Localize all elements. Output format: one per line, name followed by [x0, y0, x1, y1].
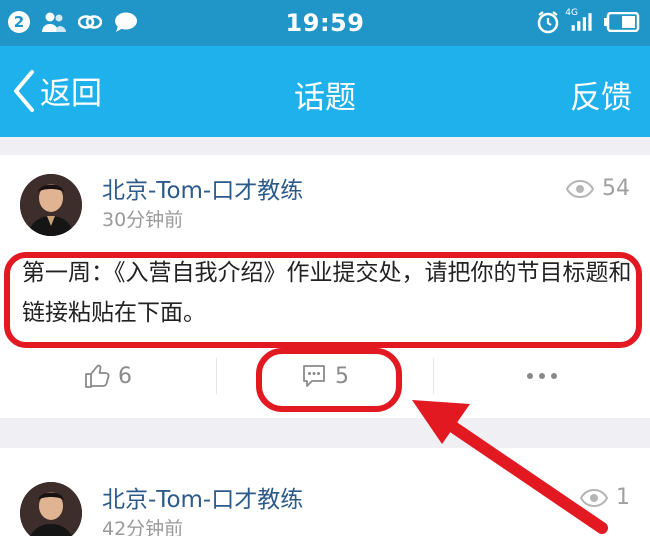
eye-icon	[566, 179, 594, 198]
view-count: 1	[580, 485, 630, 510]
thumbs-up-icon	[85, 364, 110, 388]
signal-icon	[570, 10, 594, 34]
view-count-value: 54	[602, 176, 630, 201]
author-name[interactable]: 北京-Tom-口才教练	[102, 480, 303, 514]
more-icon	[527, 373, 557, 379]
view-count-value: 1	[616, 485, 630, 510]
like-count: 6	[118, 363, 132, 389]
page-title: 话题	[294, 80, 356, 116]
battery-icon	[604, 10, 640, 34]
post-card[interactable]: 北京-Tom-口才教练 42分钟前 1	[0, 448, 650, 536]
post-time: 30分钟前	[102, 209, 184, 231]
avatar[interactable]	[20, 174, 82, 236]
annotation-highlight-post-text	[4, 252, 642, 348]
status-right	[536, 10, 640, 34]
status-bar: 2 19:59 4G	[0, 0, 650, 46]
alarm-icon	[536, 10, 560, 34]
view-count: 54	[566, 176, 630, 201]
annotation-highlight-comment	[256, 348, 402, 412]
avatar[interactable]	[20, 482, 82, 536]
author-name[interactable]: 北京-Tom-口才教练	[102, 171, 303, 205]
feedback-button[interactable]: 反馈	[570, 72, 632, 117]
more-button[interactable]	[434, 353, 650, 399]
post-time: 42分钟前	[102, 518, 184, 536]
like-button[interactable]: 6	[0, 353, 216, 399]
eye-icon	[580, 488, 608, 507]
nav-bar: 返回 话题 反馈	[0, 46, 650, 137]
